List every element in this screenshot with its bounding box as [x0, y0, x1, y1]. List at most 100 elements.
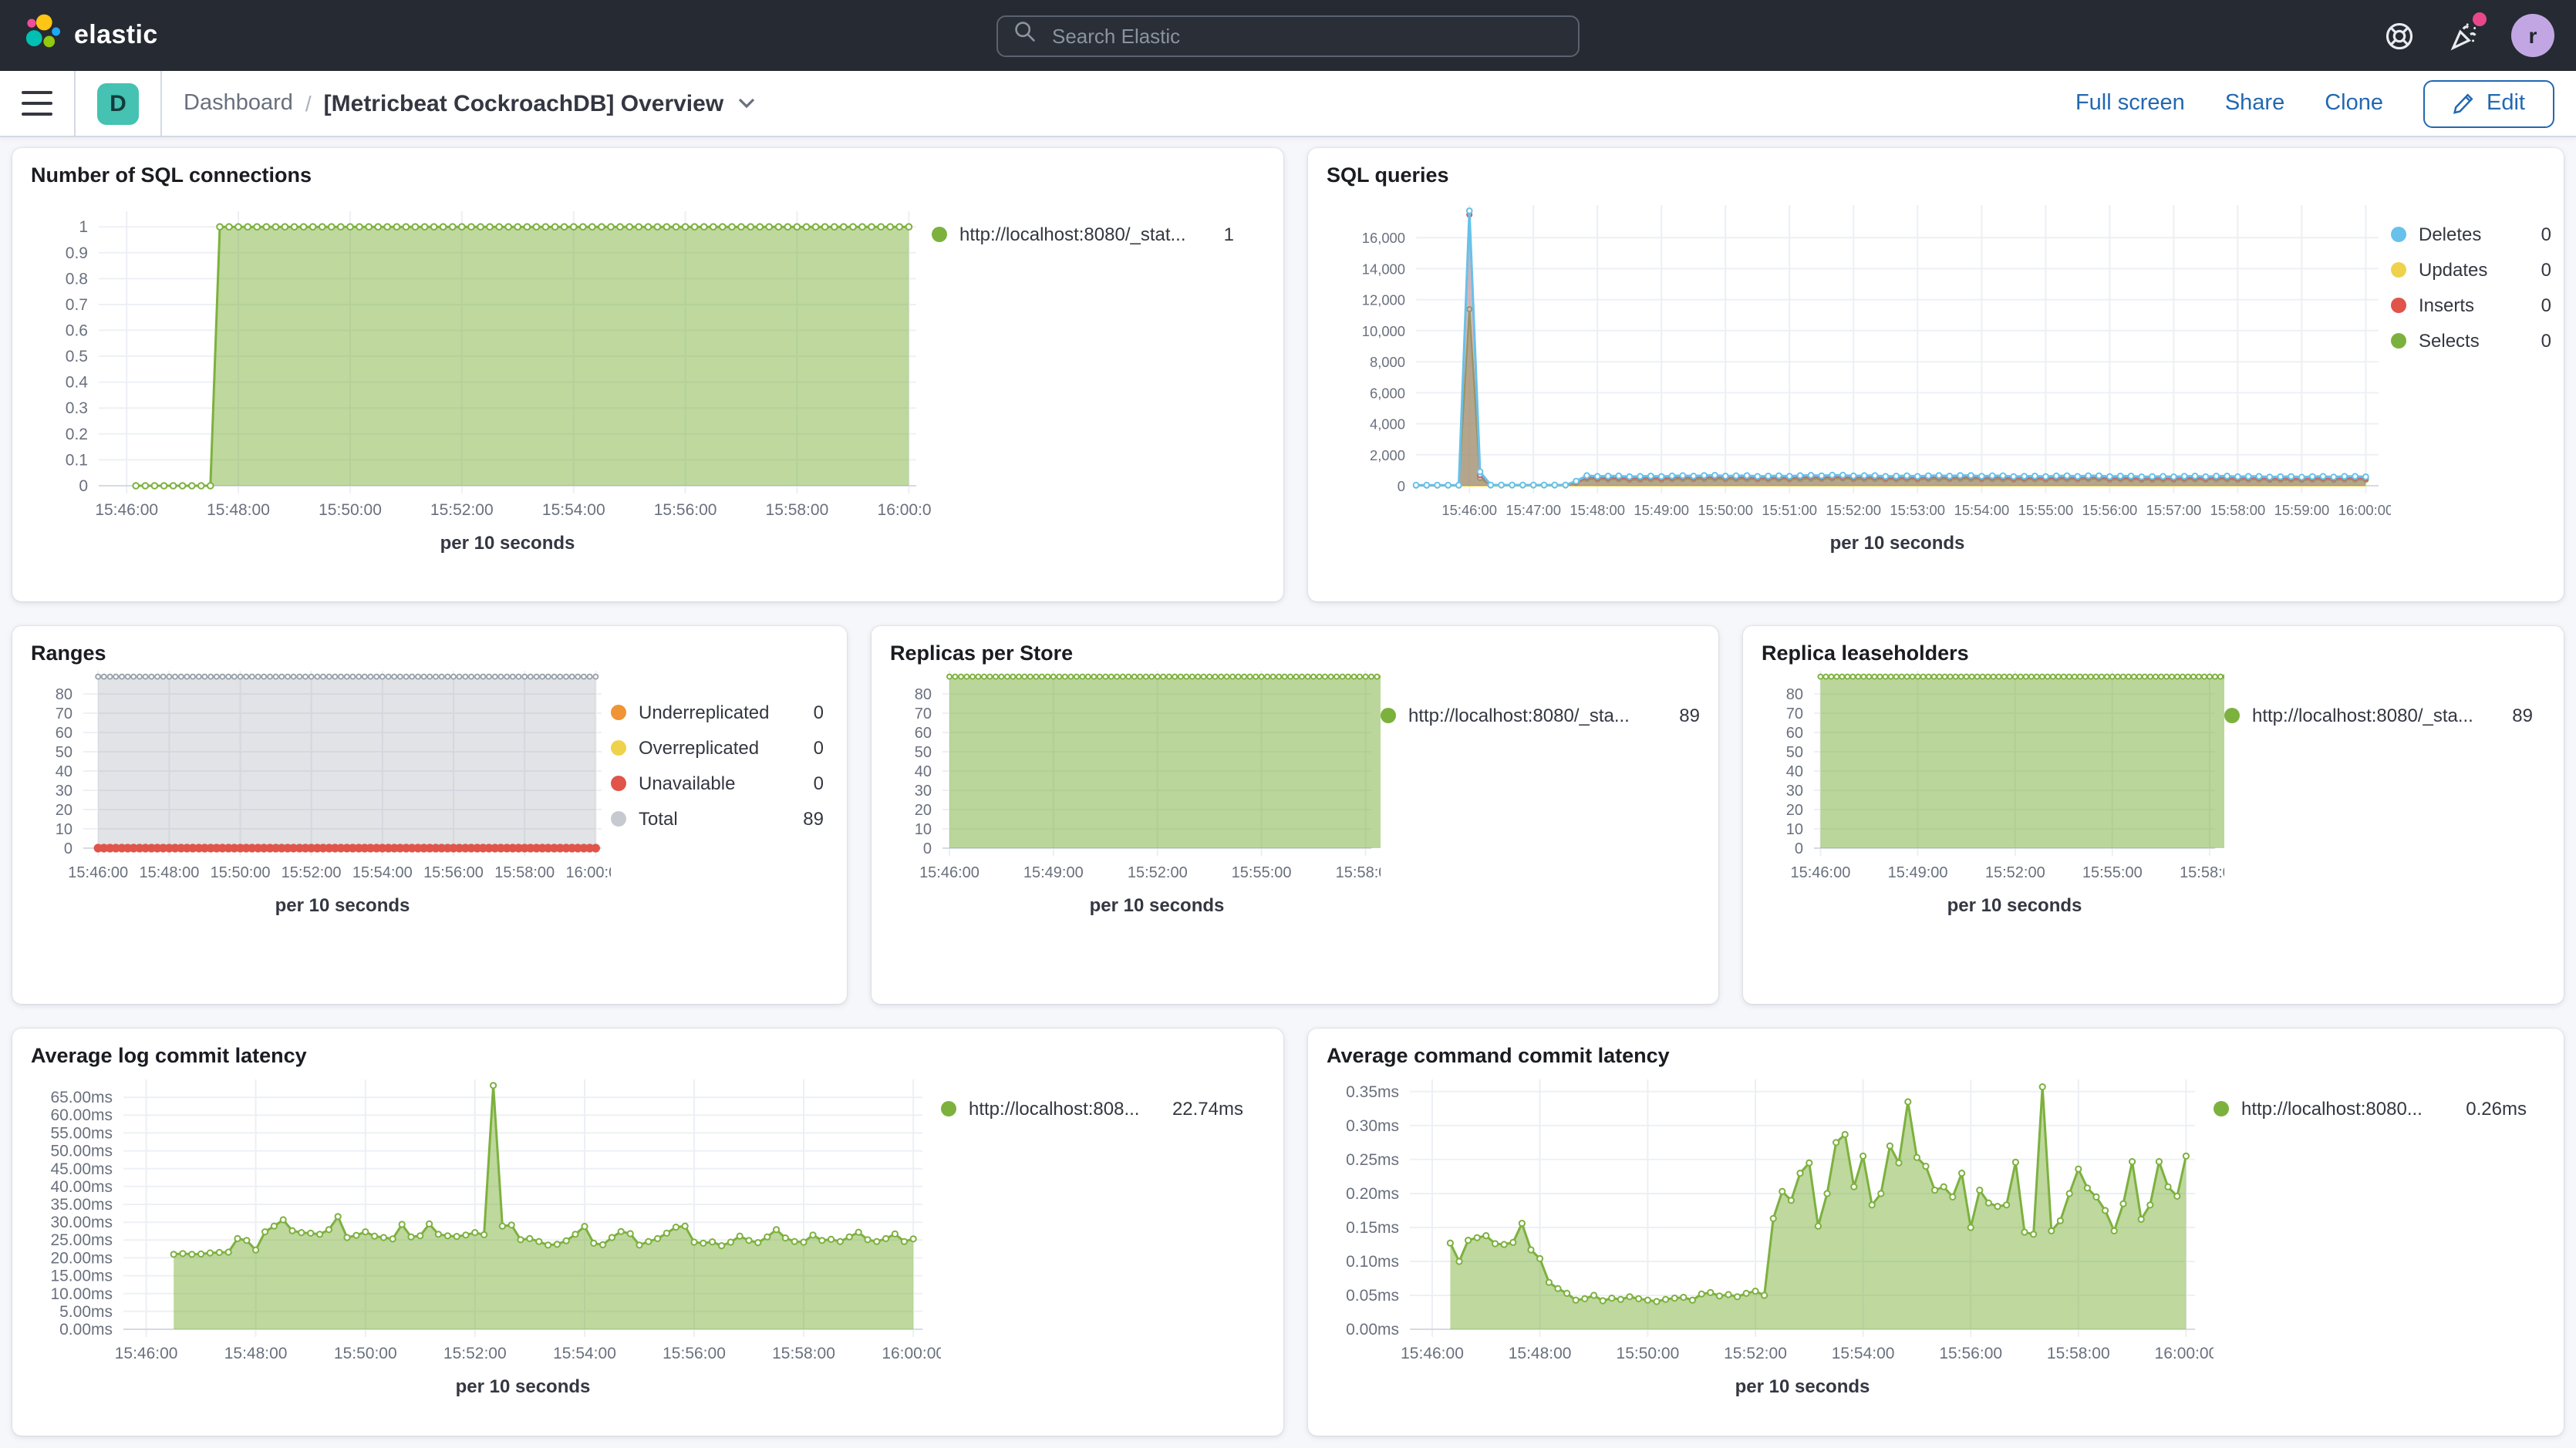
- legend-item[interactable]: Deletes 0: [2391, 224, 2551, 245]
- series-dot-icon: [611, 811, 626, 827]
- svg-text:14,000: 14,000: [1362, 261, 1405, 277]
- news-button[interactable]: [2446, 19, 2480, 52]
- svg-text:65.00ms: 65.00ms: [50, 1089, 113, 1106]
- svg-text:8,000: 8,000: [1370, 354, 1405, 370]
- chart-replica-leaseholders[interactable]: 8070605040302010015:46:0015:49:0015:52:0…: [1762, 665, 2224, 927]
- dashboard-toolbar: D Dashboard / [Metricbeat CockroachDB] O…: [0, 71, 2576, 137]
- panel-average-command-commit-latency: Average command commit latency 0.35ms0.3…: [1308, 1029, 2564, 1436]
- svg-text:10: 10: [56, 821, 72, 838]
- elastic-home-link[interactable]: elastic: [22, 12, 158, 59]
- panel-title[interactable]: Average log commit latency: [31, 1044, 1265, 1067]
- full-screen-button[interactable]: Full screen: [2075, 91, 2185, 116]
- clone-button[interactable]: Clone: [2325, 91, 2383, 116]
- svg-text:15:58:00: 15:58:00: [766, 501, 829, 519]
- legend-item[interactable]: Unavailable 0: [611, 773, 824, 794]
- svg-text:40: 40: [56, 763, 72, 780]
- user-avatar[interactable]: r: [2511, 14, 2554, 57]
- chart-ranges[interactable]: 8070605040302010015:46:0015:48:0015:50:0…: [31, 665, 611, 927]
- search-input[interactable]: [1049, 22, 1563, 49]
- svg-text:15:47:00: 15:47:00: [1505, 502, 1561, 518]
- kibana-dashboard-page: elastic: [0, 0, 2576, 1448]
- edit-button[interactable]: Edit: [2423, 79, 2554, 127]
- svg-text:50.00ms: 50.00ms: [50, 1143, 113, 1160]
- svg-text:15:52:00: 15:52:00: [443, 1345, 507, 1362]
- series-dot-icon: [941, 1101, 956, 1116]
- svg-text:15:56:00: 15:56:00: [663, 1345, 726, 1362]
- panel-title[interactable]: Number of SQL connections: [31, 163, 1265, 187]
- legend-item[interactable]: Underreplicated 0: [611, 702, 824, 723]
- series-dot-icon: [611, 740, 626, 756]
- panel-title[interactable]: Replica leaseholders: [1762, 641, 2545, 665]
- legend-item[interactable]: Updates 0: [2391, 259, 2551, 281]
- series-dot-icon: [2391, 227, 2406, 242]
- legend-item[interactable]: http://localhost:8080/_stat... 1: [932, 224, 1234, 245]
- panel-title[interactable]: Average command commit latency: [1327, 1044, 2545, 1067]
- chart-legend: http://localhost:8080... 0.26ms: [2214, 1067, 2527, 1120]
- legend-item[interactable]: Total 89: [611, 808, 824, 830]
- svg-text:16:00:00: 16:00:00: [2155, 1345, 2214, 1362]
- svg-text:80: 80: [915, 686, 932, 703]
- life-ring-icon: [2382, 19, 2415, 52]
- chart-average-log-commit-latency[interactable]: 65.00ms60.00ms55.00ms50.00ms45.00ms40.00…: [31, 1067, 941, 1408]
- svg-text:per 10 seconds: per 10 seconds: [1830, 533, 1965, 554]
- breadcrumb-dashboard-link[interactable]: Dashboard: [184, 91, 293, 116]
- svg-text:60.00ms: 60.00ms: [50, 1106, 113, 1124]
- dashboard-app-badge[interactable]: D: [97, 83, 139, 124]
- chart-number-of-sql-connections[interactable]: 10.90.80.70.60.50.40.30.20.1015:46:0015:…: [31, 187, 932, 564]
- legend-item[interactable]: http://localhost:8080/_sta... 89: [2224, 705, 2533, 726]
- share-button[interactable]: Share: [2225, 91, 2284, 116]
- panel-title[interactable]: SQL queries: [1327, 163, 2545, 187]
- legend-item[interactable]: http://localhost:8080/_sta... 89: [1381, 705, 1700, 726]
- svg-text:15:58:00: 15:58:00: [772, 1345, 835, 1362]
- panel-title[interactable]: Ranges: [31, 641, 828, 665]
- legend-item[interactable]: http://localhost:808... 22.74ms: [941, 1098, 1243, 1120]
- svg-text:15:46:00: 15:46:00: [1790, 864, 1850, 881]
- svg-text:15:46:00: 15:46:00: [115, 1345, 178, 1362]
- svg-text:15:58:00: 15:58:00: [1336, 864, 1381, 881]
- chart-sql-queries[interactable]: 16,00014,00012,00010,0008,0006,0004,0002…: [1327, 187, 2391, 564]
- svg-text:15:46:00: 15:46:00: [68, 864, 128, 881]
- svg-text:15:50:00: 15:50:00: [1698, 502, 1753, 518]
- brand-text: elastic: [74, 20, 158, 51]
- svg-text:40: 40: [1786, 763, 1803, 780]
- svg-text:15:48:00: 15:48:00: [224, 1345, 288, 1362]
- svg-text:15:46:00: 15:46:00: [919, 864, 979, 881]
- menu-button[interactable]: [22, 91, 52, 116]
- help-button[interactable]: [2382, 19, 2416, 52]
- svg-text:0.25ms: 0.25ms: [1346, 1151, 1399, 1169]
- legend-item[interactable]: http://localhost:8080... 0.26ms: [2214, 1098, 2527, 1120]
- svg-text:0.00ms: 0.00ms: [1346, 1321, 1399, 1339]
- svg-text:15:55:00: 15:55:00: [1232, 864, 1292, 881]
- panel-title[interactable]: Replicas per Store: [890, 641, 1700, 665]
- svg-text:6,000: 6,000: [1370, 385, 1405, 401]
- svg-text:0.8: 0.8: [66, 270, 88, 288]
- chart-legend: http://localhost:8080/_sta... 89: [1381, 665, 1700, 726]
- chart-replicas-per-store[interactable]: 8070605040302010015:46:0015:49:0015:52:0…: [890, 665, 1381, 927]
- svg-text:0.5: 0.5: [66, 348, 88, 365]
- chart-average-command-commit-latency[interactable]: 0.35ms0.30ms0.25ms0.20ms0.15ms0.10ms0.05…: [1327, 1067, 2214, 1408]
- divider: [74, 70, 76, 136]
- svg-text:40: 40: [915, 763, 932, 780]
- legend-item[interactable]: Overreplicated 0: [611, 737, 824, 759]
- svg-text:70: 70: [56, 705, 72, 722]
- svg-text:0: 0: [923, 840, 932, 857]
- page-title[interactable]: [Metricbeat CockroachDB] Overview: [324, 90, 724, 116]
- svg-text:15:48:00: 15:48:00: [139, 864, 199, 881]
- svg-text:15:46:00: 15:46:00: [1441, 502, 1497, 518]
- svg-text:60: 60: [56, 725, 72, 742]
- svg-text:15:56:00: 15:56:00: [1939, 1345, 2002, 1362]
- svg-text:15:54:00: 15:54:00: [553, 1345, 616, 1362]
- svg-text:0.15ms: 0.15ms: [1346, 1219, 1399, 1237]
- svg-text:0.1: 0.1: [66, 451, 88, 469]
- svg-text:per 10 seconds: per 10 seconds: [1947, 895, 2082, 916]
- svg-text:15:55:00: 15:55:00: [2082, 864, 2143, 881]
- title-chevron-icon[interactable]: [737, 97, 756, 109]
- legend-item[interactable]: Inserts 0: [2391, 295, 2551, 316]
- chart-legend: Underreplicated 0 Overreplicated 0 Unava…: [611, 665, 824, 830]
- chart-legend: http://localhost:8080/_sta... 89: [2224, 665, 2533, 726]
- svg-text:0.35ms: 0.35ms: [1346, 1083, 1399, 1101]
- svg-text:15:49:00: 15:49:00: [1634, 502, 1689, 518]
- series-dot-icon: [611, 776, 626, 791]
- legend-item[interactable]: Selects 0: [2391, 330, 2551, 352]
- global-search[interactable]: [996, 15, 1580, 56]
